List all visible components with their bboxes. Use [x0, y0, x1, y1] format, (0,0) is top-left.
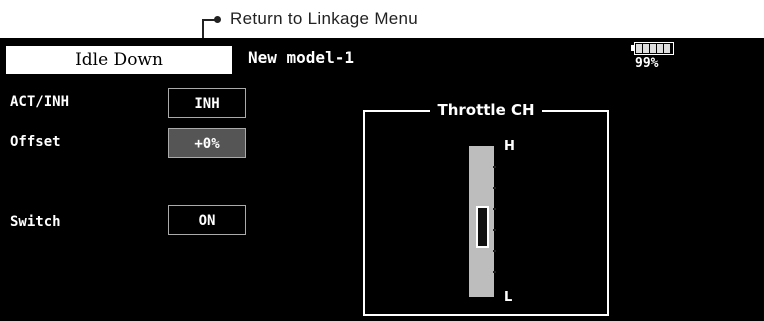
battery-percent: 99% [635, 56, 659, 71]
gauge-tick [493, 166, 496, 168]
gauge-tick [493, 208, 496, 210]
throttle-low-label: L [504, 290, 513, 305]
battery-icon [634, 42, 674, 55]
throttle-ch-title-wrap: Throttle CH [365, 100, 607, 119]
transmitter-screen: Idle Down New model-1 99% ACT/INH INH Of… [0, 38, 764, 321]
offset-button[interactable]: +0% [168, 128, 246, 158]
throttle-ch-panel: Throttle CH H L [363, 101, 609, 316]
switch-label: Switch [10, 214, 61, 230]
gauge-tick [493, 250, 496, 252]
idle-down-title-button[interactable]: Idle Down [6, 46, 232, 74]
model-name: New model-1 [248, 48, 354, 67]
annotation-bullet-icon [214, 16, 221, 23]
act-inh-label: ACT/INH [10, 94, 70, 110]
act-inh-button[interactable]: INH [168, 88, 246, 118]
battery-cell [643, 44, 649, 53]
throttle-position-indicator [476, 206, 489, 248]
throttle-gauge [469, 146, 496, 297]
offset-label: Offset [10, 134, 61, 150]
annotation-return-to-linkage-menu: Return to Linkage Menu [230, 9, 419, 28]
battery-cell [636, 44, 642, 53]
gauge-tick [493, 187, 496, 189]
throttle-ch-title: Throttle CH [430, 101, 542, 119]
gauge-tick [493, 229, 496, 231]
throttle-high-label: H [504, 139, 515, 154]
battery-cell [650, 44, 656, 53]
gauge-tick [493, 271, 496, 273]
battery-cell [657, 44, 663, 53]
battery-cell [664, 44, 670, 53]
switch-button[interactable]: ON [168, 205, 246, 235]
